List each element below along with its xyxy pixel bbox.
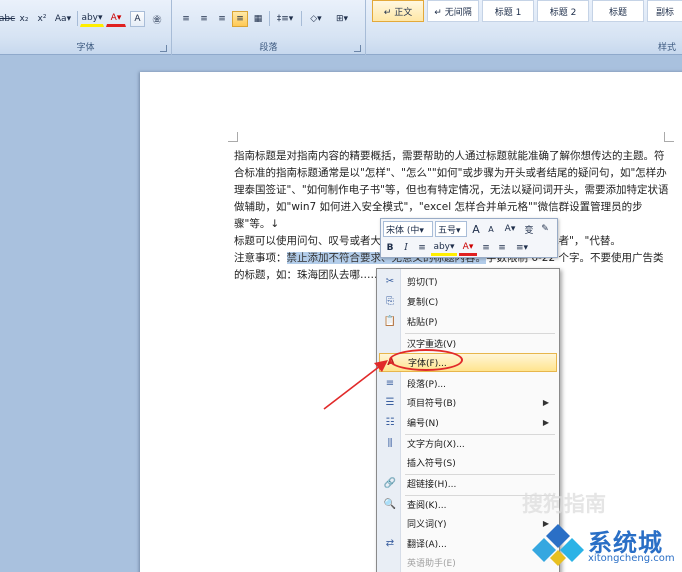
superscript-button[interactable]: x² [34,11,50,27]
font-group: abc x₂ x² Aa▾ aby▾ A▾ A ㊎ 字体 [0,0,172,55]
increase-indent-button[interactable]: ≡ [495,240,509,256]
numbering-icon: ☷ [385,417,395,428]
menu-item-paste-label: 粘贴(P) [407,318,438,328]
style-heading-1[interactable]: 标题 1 [482,0,534,22]
font-color-button[interactable]: A▾ [106,11,126,27]
enclose-characters-button[interactable]: ㊎ [149,11,165,27]
menu-item-bullets-label: 项目符号(B) [407,399,457,409]
menu-item-synonyms-label: 同义词(Y) [407,520,447,530]
paragraph-3-prefix: 注意事项： [234,252,287,264]
menu-item-paragraph[interactable]: ≡ 段落(P)... [379,374,557,393]
format-painter-icon[interactable]: ✎ [538,221,552,237]
styles-group: ↵ 正文 ↵ 无间隔 标题 1 标题 2 标题 副标 样式 [366,0,682,55]
paste-icon: 📋 [383,316,397,327]
shading-button[interactable]: ◇▾ [304,11,328,27]
align-right-button[interactable]: ≡ [214,11,230,27]
copy-icon: ⎘ [386,296,394,307]
crop-mark-top-right [664,132,674,142]
grow-font-button[interactable]: A [469,221,483,237]
line-spacing-button[interactable]: ‡≡▾ [272,11,298,27]
shrink-font-button[interactable]: A [484,221,498,237]
style-normal[interactable]: ↵ 正文 [372,0,424,22]
font-dialog-launcher-icon[interactable] [160,45,167,52]
menu-item-numbering[interactable]: ☷ 编号(N) ▶ [379,413,557,432]
watermark-ghost-text: 搜狗指南 [522,492,606,516]
annotation-arrow-icon [323,360,388,410]
hyperlink-icon: 🔗 [383,478,397,489]
mini-styles-button[interactable]: A▾ [500,221,520,237]
brand-logo-icon [532,524,584,566]
style-title[interactable]: 标题 [592,0,644,22]
menu-item-reconvert-label: 汉字重选(V) [407,340,457,350]
menu-item-paste[interactable]: 📋 粘贴(P) [379,312,557,331]
character-shading-button[interactable]: A [130,11,145,27]
menu-item-numbering-label: 编号(N) [407,419,439,429]
subscript-button[interactable]: x₂ [16,11,32,27]
paragraph-group: ≡ ≡ ≡ ≡ ▦ ‡≡▾ ◇▾ ⊞▾ 段落 [172,0,366,55]
decrease-indent-button[interactable]: ≡ [479,240,493,256]
highlight-color-button[interactable]: aby▾ [80,11,104,27]
menu-item-copy-label: 复制(C) [407,298,439,308]
justify-button[interactable]: ≡ [232,11,248,27]
submenu-arrow-icon: ▶ [542,398,549,407]
menu-item-text-direction-label: 文字方向(X)... [407,440,465,450]
style-subtitle[interactable]: 副标 [647,0,682,22]
menu-item-lookup-label: 查阅(K)... [407,501,447,511]
research-icon: 🔍 [383,499,397,510]
menu-item-cut-label: 剪切(T) [407,278,438,288]
change-case-button[interactable]: Aa▾ [52,11,74,27]
menu-item-bullets[interactable]: ☰ 项目符号(B) ▶ [379,393,557,412]
menu-item-paragraph-label: 段落(P)... [407,380,447,390]
annotation-ellipse [389,349,463,371]
mini-bold-button[interactable]: B [383,240,397,256]
mini-font-color-button[interactable]: A▾ [459,240,477,256]
menu-item-english-assistant: 英语助手(E) [379,553,557,572]
menu-item-hyperlink-label: 超链接(H)... [407,480,457,490]
style-heading-2[interactable]: 标题 2 [537,0,589,22]
text-direction-icon: ⫼ [387,438,393,449]
menu-item-copy[interactable]: ⎘ 复制(C) [379,292,557,311]
menu-item-text-direction[interactable]: ⫼ 文字方向(X)... [379,434,557,453]
mini-highlight-button[interactable]: aby▾ [431,240,457,256]
scissors-icon: ✂ [385,276,395,287]
mini-toolbar: 宋体 (中▾ 五号▾ A A A▾ 变 ✎ B I ≡ aby▾ A▾ ≡ ≡ … [380,218,558,258]
styles-group-label: 样式 [657,43,676,53]
menu-item-english-assistant-label: 英语助手(E) [407,559,456,569]
submenu-arrow-icon: ▶ [542,418,549,427]
ribbon: abc x₂ x² Aa▾ aby▾ A▾ A ㊎ 字体 ≡ ≡ ≡ ≡ ▦ ‡… [0,0,682,55]
mini-font-size-select[interactable]: 五号▾ [435,221,467,237]
font-group-label: 字体 [76,43,95,53]
document-body[interactable]: 指南标题是对指南内容的精要概括，需要帮助的人通过标题就能准确了解你想传达的主题。… [234,148,670,284]
mini-center-button[interactable]: ≡ [415,240,429,256]
menu-item-cut[interactable]: ✂ 剪切(T) [379,272,557,291]
crop-mark-top-left [228,132,238,142]
phonetic-guide-button[interactable]: 变 [522,221,536,237]
distributed-button[interactable]: ▦ [250,11,266,27]
paragraph-group-label: 段落 [259,43,278,53]
mini-bullets-button[interactable]: ≡▾ [511,240,533,256]
translate-icon: ⇄ [385,538,395,549]
align-left-button[interactable]: ≡ [178,11,194,27]
strikethrough-button[interactable]: abc [0,11,15,27]
mini-font-name-select[interactable]: 宋体 (中▾ [383,221,433,237]
style-no-spacing[interactable]: ↵ 无间隔 [427,0,479,22]
brand-url: xitongcheng.com [588,553,675,564]
paragraph-dialog-launcher-icon[interactable] [354,45,361,52]
align-center-button[interactable]: ≡ [196,11,212,27]
borders-button[interactable]: ⊞▾ [330,11,354,27]
mini-italic-button[interactable]: I [399,240,413,256]
menu-item-translate-label: 翻译(A)... [407,540,447,550]
menu-item-insert-symbol[interactable]: 插入符号(S) [379,453,557,472]
menu-item-insert-symbol-label: 插入符号(S) [407,459,456,469]
menu-item-translate[interactable]: ⇄翻译(A)...▶ [379,534,557,553]
